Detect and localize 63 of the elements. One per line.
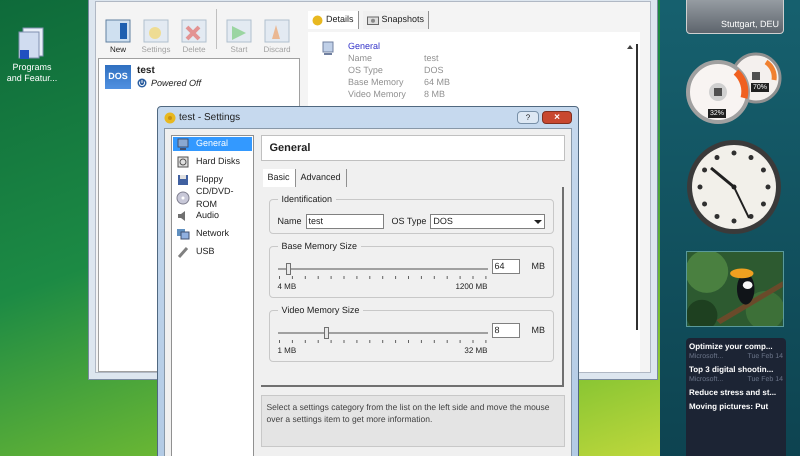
delete-icon (179, 17, 209, 45)
group-title: Identification (278, 193, 336, 205)
vm-list-item[interactable]: DOS test Powered Off (103, 63, 299, 91)
power-icon (137, 78, 147, 88)
settings-tab[interactable]: Basic (262, 169, 296, 187)
dialog-title: test - Settings (179, 112, 242, 124)
detail-label: Video Memory (348, 88, 407, 100)
field-label: OS Type (392, 214, 426, 228)
group-title: Video Memory Size (278, 304, 364, 316)
unit-label: MB (532, 260, 545, 273)
field-label: Name (278, 214, 302, 228)
floppy-icon (176, 173, 190, 187)
min-label: 1 MB (278, 345, 296, 357)
unit-label: MB (532, 324, 545, 337)
close-button[interactable]: × (542, 111, 572, 124)
details-tab[interactable]: Details (308, 11, 359, 29)
detail-value: 8 MB (424, 88, 446, 100)
icon-label[interactable]: Programs and Featur... (4, 62, 60, 84)
feed-headline[interactable]: Moving pictures: Put (689, 402, 783, 412)
detail-label: Base Memory (348, 76, 405, 88)
dropdown-arrow-icon (534, 218, 542, 224)
disc-icon (176, 191, 190, 205)
vm-state: Powered Off (151, 77, 202, 89)
group-title: Base Memory Size (278, 240, 362, 252)
memory-input[interactable]: 8 (492, 323, 520, 338)
detail-value: DOS (424, 64, 444, 76)
detail-label: OS Type (348, 64, 384, 76)
weather-location: Stuttgart, DEU (720, 18, 779, 30)
os-badge: DOS (105, 65, 131, 89)
min-label: 4 MB (278, 281, 296, 293)
help-button[interactable]: ? (517, 111, 539, 124)
section-link[interactable]: General (348, 40, 450, 52)
feed-headline[interactable]: Optimize your comp... (689, 342, 783, 352)
page-header: General (260, 135, 565, 161)
usb-plug-icon (176, 245, 190, 259)
network-icon (176, 227, 190, 241)
new-machine-icon (103, 17, 133, 45)
vm-name: test (137, 65, 156, 77)
category-item[interactable]: Audio (173, 209, 252, 223)
category-item[interactable]: Hard Disks (173, 155, 252, 169)
discard-icon (262, 17, 292, 45)
slider-thumb[interactable] (324, 327, 329, 339)
category-item[interactable]: Network (173, 227, 252, 241)
category-item[interactable]: USB (173, 245, 252, 259)
camera-icon (366, 15, 379, 25)
details-tab[interactable]: Snapshots (362, 11, 430, 29)
slider-thumb[interactable] (286, 263, 291, 275)
os-type-dropdown[interactable]: DOS (430, 214, 545, 229)
scroll-up-icon[interactable] (626, 44, 634, 50)
max-label: 32 MB (464, 345, 488, 357)
max-label: 1200 MB (455, 281, 488, 293)
info-box: Select a settings category from the list on the left side and move the mouse over a settings item to get more information. (260, 395, 565, 447)
toolbar-button[interactable]: New (102, 17, 134, 55)
memory-input[interactable]: 64 (492, 259, 520, 274)
feed-headline[interactable]: Reduce stress and st... (689, 388, 783, 398)
detail-label: Name (348, 52, 374, 64)
name-input[interactable]: test (306, 214, 384, 229)
detail-value: test (424, 52, 439, 64)
detail-value: 64 MB (424, 76, 450, 88)
monitor-icon (176, 137, 190, 151)
category-item[interactable]: Floppy (173, 173, 252, 187)
computer-icon (322, 41, 334, 55)
feed-headline[interactable]: Top 3 digital shootin... (689, 365, 783, 375)
